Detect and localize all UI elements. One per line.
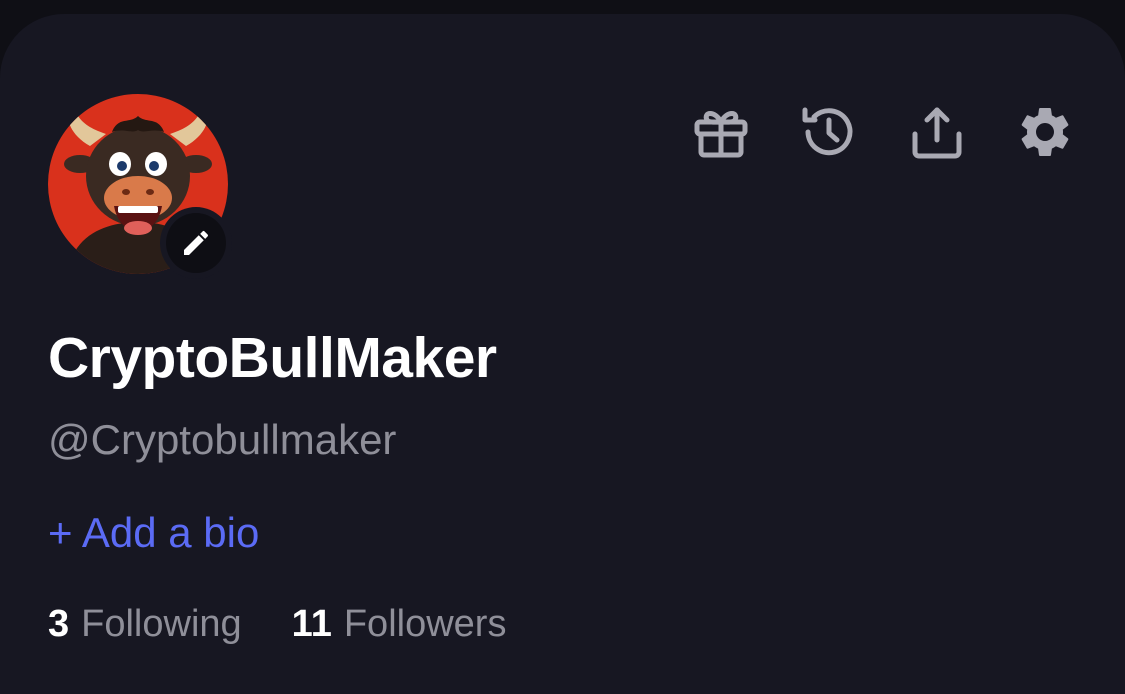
following-count: 3 <box>48 603 70 645</box>
profile-card: CryptoBullMaker @Cryptobullmaker + Add a… <box>0 14 1125 694</box>
history-icon <box>802 107 853 156</box>
following-label: Following <box>81 603 242 645</box>
display-name: CryptoBullMaker <box>48 326 497 390</box>
share-button[interactable] <box>907 102 967 162</box>
add-bio-link[interactable]: + Add a bio <box>48 512 259 554</box>
edit-avatar-button-inner <box>166 213 226 273</box>
share-icon <box>912 107 962 159</box>
followers-link[interactable]: 11 Followers <box>292 605 507 643</box>
edit-avatar-button[interactable] <box>160 207 232 279</box>
follow-stats: 3 Following 11 Followers <box>48 605 506 643</box>
avatar-container[interactable] <box>48 94 232 279</box>
followers-label: Followers <box>343 603 507 645</box>
followers-count: 11 <box>291 603 332 645</box>
settings-button[interactable] <box>1015 102 1075 162</box>
pencil-icon <box>184 230 209 255</box>
gift-button[interactable] <box>691 102 751 162</box>
username-handle: @Cryptobullmaker <box>48 416 397 463</box>
history-button[interactable] <box>799 102 859 162</box>
gift-icon <box>694 111 748 158</box>
profile-toolbar <box>691 102 1075 162</box>
gear-icon <box>1021 107 1069 156</box>
following-link[interactable]: 3 Following <box>48 605 242 643</box>
